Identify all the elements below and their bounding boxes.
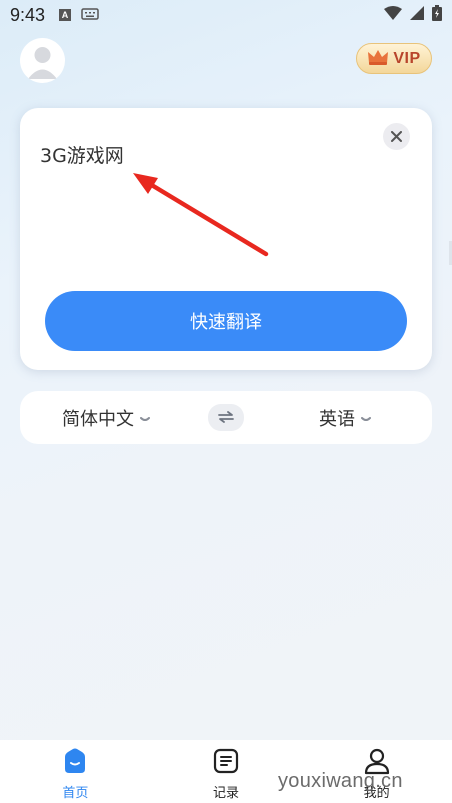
home-icon	[61, 747, 89, 779]
font-notification-icon: A	[59, 9, 72, 21]
keyboard-icon	[81, 5, 99, 25]
target-language-label: 英语	[319, 408, 355, 430]
swap-icon	[218, 408, 234, 427]
language-selector: 简体中文 英语	[20, 391, 432, 444]
target-language-select[interactable]: 英语	[319, 391, 371, 444]
watermark-text: youxiwang.cn	[278, 770, 403, 792]
source-text-input[interactable]: 3G游戏网	[40, 141, 124, 168]
close-icon	[391, 127, 402, 146]
default-avatar-icon	[28, 47, 57, 79]
clear-button[interactable]	[383, 123, 410, 150]
battery-icon	[432, 4, 442, 26]
chevron-down-icon	[361, 407, 371, 428]
crown-icon	[367, 48, 389, 70]
chevron-down-icon	[140, 407, 150, 428]
input-card: 3G游戏网 快速翻译	[20, 108, 432, 370]
document-icon	[212, 747, 240, 779]
status-time: 9:43	[10, 4, 46, 25]
nav-label-records: 记录	[213, 786, 240, 801]
swap-languages-button[interactable]	[208, 404, 244, 431]
signal-icon	[410, 5, 424, 25]
wifi-icon	[384, 5, 402, 25]
status-bar: 9:43 A	[0, 0, 452, 30]
vip-label: VIP	[393, 49, 421, 67]
source-language-select[interactable]: 简体中文	[62, 391, 150, 444]
nav-label-home: 首页	[62, 786, 89, 801]
quick-translate-button[interactable]: 快速翻译	[45, 291, 407, 351]
nav-item-home[interactable]: 首页	[0, 740, 151, 803]
source-language-label: 简体中文	[62, 408, 134, 430]
vip-button[interactable]: VIP	[356, 43, 432, 74]
avatar[interactable]	[20, 38, 65, 83]
